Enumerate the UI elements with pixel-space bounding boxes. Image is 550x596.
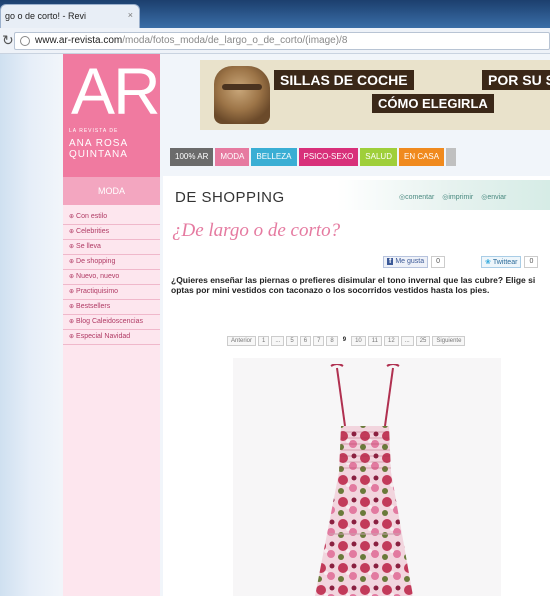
pager-page[interactable]: 10 <box>351 336 366 346</box>
pager-page[interactable]: 5 <box>286 336 298 346</box>
banner-subline: CÓMO ELEGIRLA <box>372 94 494 113</box>
facebook-like-button[interactable]: Me gusta <box>383 256 429 268</box>
article-actions: comentar imprimir enviar <box>399 193 512 201</box>
pager-current-page: 9 <box>342 337 347 343</box>
nav-item-more[interactable] <box>446 148 457 166</box>
reload-icon[interactable]: ↻ <box>2 32 14 49</box>
social-buttons: Me gusta 0 Twittear 0 <box>383 256 539 268</box>
logo-text: AR <box>71 54 161 128</box>
pager-prev[interactable]: Anterior <box>227 336 257 346</box>
car-seat-strap <box>222 84 262 90</box>
main-nav: 100% AR MODA BELLEZA PSICO-SEXO SALUD EN… <box>170 148 550 166</box>
article-title: ¿De largo o de corto? <box>172 220 341 241</box>
pager-page[interactable]: 7 <box>313 336 325 346</box>
section-title: DE SHOPPING <box>175 189 285 206</box>
sidebar: AR LA REVISTA DE ANA ROSA QUINTANA MODA … <box>63 54 161 596</box>
logo-subtitle: LA REVISTA DE <box>69 128 119 134</box>
banner-headline-2: POR SU S <box>482 70 550 90</box>
section-header: DE SHOPPING comentar imprimir enviar <box>163 180 550 210</box>
site-logo[interactable]: AR LA REVISTA DE ANA ROSA QUINTANA <box>63 54 161 177</box>
pager-page[interactable]: 6 <box>299 336 312 346</box>
nav-item-en-casa[interactable]: EN CASA <box>398 148 445 166</box>
browser-tab[interactable]: go o de corto! - Revi × <box>0 4 140 28</box>
like-count: 0 <box>431 256 446 268</box>
pager-page[interactable]: 1 <box>258 336 270 346</box>
dress-image <box>315 364 413 596</box>
pager-next[interactable]: Siguiente <box>432 336 466 346</box>
sidebar-item-especial-navidad[interactable]: Especial Navidad <box>63 330 160 345</box>
tab-close-icon[interactable]: × <box>128 10 133 20</box>
gallery-pager: Anterior 1 ... 5 6 7 8 9 10 11 12 ... 25… <box>227 336 467 346</box>
logo-name: ANA ROSA QUINTANA <box>69 138 128 160</box>
sidebar-menu: Con estilo Celebrities Se lleva De shopp… <box>63 210 160 345</box>
sidebar-item-bestsellers[interactable]: Bestsellers <box>63 300 160 315</box>
address-bar-row: ↻ www.ar-revista.com/moda/fotos_moda/de_… <box>0 28 550 54</box>
sidebar-item-celebrities[interactable]: Celebrities <box>63 225 160 240</box>
nav-item-moda[interactable]: MODA <box>215 148 250 166</box>
car-seat-image <box>214 66 270 124</box>
banner-ad[interactable]: SILLAS DE COCHE POR SU S CÓMO ELEGIRLA <box>200 60 550 130</box>
article-intro: ¿Quieres enseñar las piernas o prefieres… <box>171 275 536 295</box>
tab-title: go o de corto! - Revi <box>5 11 87 21</box>
gallery-photo[interactable] <box>233 358 501 596</box>
pager-ellipsis: ... <box>400 336 414 346</box>
nav-item-salud[interactable]: SALUD <box>360 148 397 166</box>
main-content: DE SHOPPING comentar imprimir enviar ¿De… <box>163 176 550 596</box>
url-path: /moda/fotos_moda/de_largo_o_de_corto/(im… <box>122 35 348 46</box>
sidebar-section-title[interactable]: MODA <box>63 177 160 205</box>
pager-page[interactable]: 25 <box>415 336 431 346</box>
nav-item-psico-sexo[interactable]: PSICO-SEXO <box>298 148 359 166</box>
address-bar[interactable]: www.ar-revista.com/moda/fotos_moda/de_la… <box>14 32 550 50</box>
pager-page[interactable]: 12 <box>384 336 399 346</box>
print-link[interactable]: imprimir <box>442 194 473 201</box>
sidebar-item-de-shopping[interactable]: De shopping <box>63 255 160 270</box>
pager-page[interactable]: 11 <box>367 336 383 346</box>
sidebar-item-practiquisimo[interactable]: Practiquisimo <box>63 285 160 300</box>
url-domain: www.ar-revista.com <box>35 35 123 46</box>
sidebar-item-blog[interactable]: Blog Caleidoscencias <box>63 315 160 330</box>
twitter-button[interactable]: Twittear <box>481 256 522 268</box>
pager-ellipsis: ... <box>271 336 285 346</box>
nav-item-100-ar[interactable]: 100% AR <box>170 148 214 166</box>
send-link[interactable]: enviar <box>481 194 506 201</box>
comment-link[interactable]: comentar <box>399 194 434 201</box>
banner-headline: SILLAS DE COCHE <box>274 70 414 90</box>
tweet-count: 0 <box>524 256 539 268</box>
pager-page[interactable]: 8 <box>326 336 338 346</box>
page-info-icon[interactable] <box>20 36 30 46</box>
browser-titlebar: go o de corto! - Revi × <box>0 0 550 28</box>
sidebar-item-con-estilo[interactable]: Con estilo <box>63 210 160 225</box>
nav-item-belleza[interactable]: BELLEZA <box>251 148 297 166</box>
sidebar-item-se-lleva[interactable]: Se lleva <box>63 240 160 255</box>
sidebar-item-nuevo-nuevo[interactable]: Nuevo, nuevo <box>63 270 160 285</box>
